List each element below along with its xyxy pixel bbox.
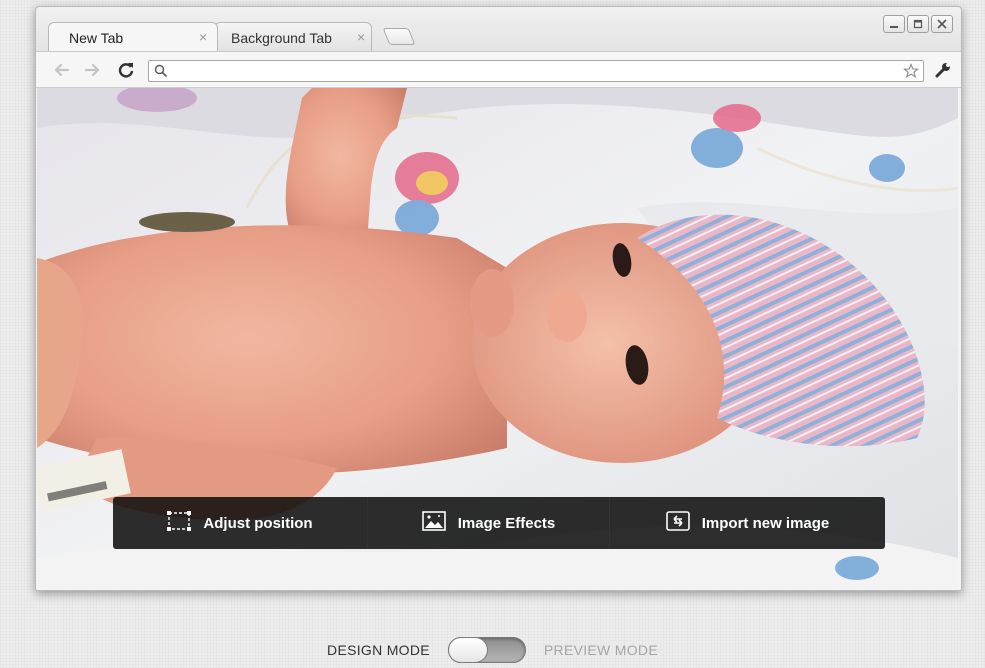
toggle-knob[interactable] [447, 637, 488, 663]
import-icon [665, 511, 690, 535]
photo-action-bar: Adjust position Image Effects Import new… [113, 497, 885, 549]
back-arrow-icon[interactable] [52, 60, 72, 80]
browser-window: New Tab × Background Tab × Adjust positi… [35, 6, 962, 591]
tab-close-icon[interactable]: × [199, 29, 207, 45]
tab-title: New Tab [69, 30, 124, 46]
maximize-icon[interactable] [907, 15, 929, 33]
image-effects-label: Image Effects [457, 514, 556, 532]
window-controls [883, 15, 953, 33]
preview-mode-label[interactable]: PREVIEW MODE [544, 642, 658, 658]
tab-title: Background Tab [231, 30, 332, 46]
image-icon [421, 511, 446, 535]
adjust-position-button[interactable]: Adjust position [113, 497, 368, 549]
tab-strip: New Tab × Background Tab × [36, 7, 961, 51]
minimize-icon[interactable] [883, 15, 905, 33]
browser-toolbar [36, 51, 961, 88]
tab-new-tab[interactable]: New Tab × [48, 22, 218, 51]
image-effects-button[interactable]: Image Effects [368, 497, 610, 549]
adjust-position-label: Adjust position [203, 514, 313, 532]
wrench-icon[interactable] [933, 60, 953, 80]
tab-background-tab[interactable]: Background Tab × [214, 22, 372, 51]
tab-close-icon[interactable]: × [357, 29, 365, 45]
star-icon[interactable] [902, 63, 920, 84]
reload-icon[interactable] [116, 60, 136, 80]
new-tab-button[interactable] [382, 28, 416, 45]
design-mode-label[interactable]: DESIGN MODE [327, 642, 430, 658]
forward-arrow-icon[interactable] [82, 60, 102, 80]
omnibox-input[interactable] [171, 63, 895, 81]
crop-frame-icon [167, 511, 192, 535]
mode-toggle[interactable] [447, 637, 526, 663]
import-new-image-label: Import new image [701, 514, 830, 532]
close-icon[interactable] [931, 15, 953, 33]
omnibox[interactable] [148, 60, 924, 82]
new-tab-page: Adjust position Image Effects Import new… [37, 88, 958, 589]
import-new-image-button[interactable]: Import new image [610, 497, 885, 549]
mode-switch: DESIGN MODE PREVIEW MODE [0, 632, 985, 668]
search-icon [154, 64, 168, 83]
